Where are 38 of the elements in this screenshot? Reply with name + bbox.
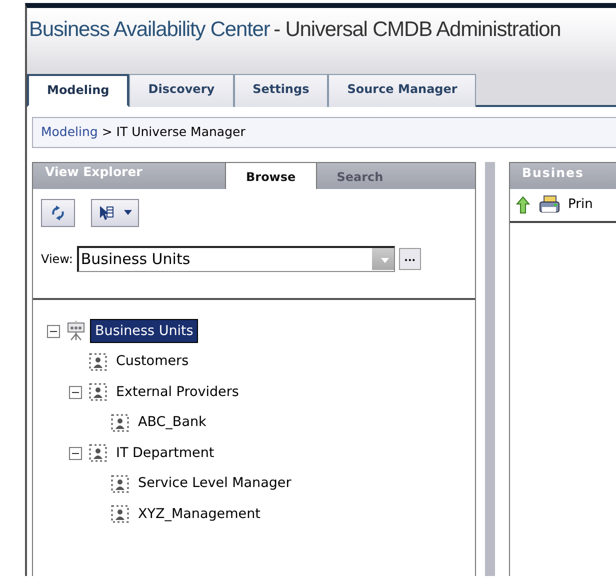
print-link[interactable]: Prin	[568, 195, 593, 214]
panel-title: View Explorer	[44, 163, 144, 181]
tree-node-label[interactable]: XYZ_Management	[134, 502, 264, 526]
person-group-icon	[110, 474, 130, 494]
refresh-icon	[50, 204, 66, 221]
main-tab[interactable]: Settings	[234, 74, 328, 107]
refresh-button[interactable]	[41, 198, 75, 227]
breadcrumb-current: > IT Universe Manager	[102, 124, 246, 139]
person-group-icon	[88, 382, 108, 402]
person-group-icon	[88, 443, 108, 463]
tree-node-label[interactable]: IT Department	[112, 442, 218, 464]
view-label: View:	[41, 250, 73, 268]
tree-node-label[interactable]: Service Level Manager	[134, 472, 296, 495]
printer-icon	[538, 194, 560, 215]
view-select[interactable]: Business Units	[76, 246, 395, 272]
caret-icon	[124, 210, 132, 216]
main-tab[interactable]: Source Manager	[328, 74, 476, 107]
panel-tab[interactable]: Browse	[225, 162, 317, 189]
tree-node-label[interactable]: Customers	[112, 350, 193, 373]
window-subtitle: - Universal CMDB Administration	[274, 18, 561, 41]
tree-node-label[interactable]: Business Units	[90, 318, 198, 344]
collapse-icon[interactable]	[69, 386, 82, 398]
browse-button[interactable]: ...	[398, 248, 421, 270]
panel-title: Busines	[521, 164, 584, 182]
tree-node-label[interactable]: ABC_Bank	[134, 411, 210, 434]
person-group-icon	[110, 504, 130, 524]
collapse-icon[interactable]	[69, 446, 82, 460]
window-title: Business Availability Center	[29, 18, 270, 41]
main-tab[interactable]: Modeling	[27, 74, 130, 107]
person-group-icon	[88, 352, 108, 372]
breadcrumb-link[interactable]: Modeling	[41, 124, 98, 139]
person-group-icon	[110, 412, 130, 432]
up-arrow-icon[interactable]	[516, 196, 530, 214]
presentation-board-icon	[66, 321, 86, 341]
tree-node-label[interactable]: External Providers	[112, 380, 243, 404]
selection-menu-button[interactable]	[91, 198, 139, 227]
main-tab[interactable]: Discovery	[129, 74, 234, 107]
collapse-icon[interactable]	[47, 324, 60, 338]
